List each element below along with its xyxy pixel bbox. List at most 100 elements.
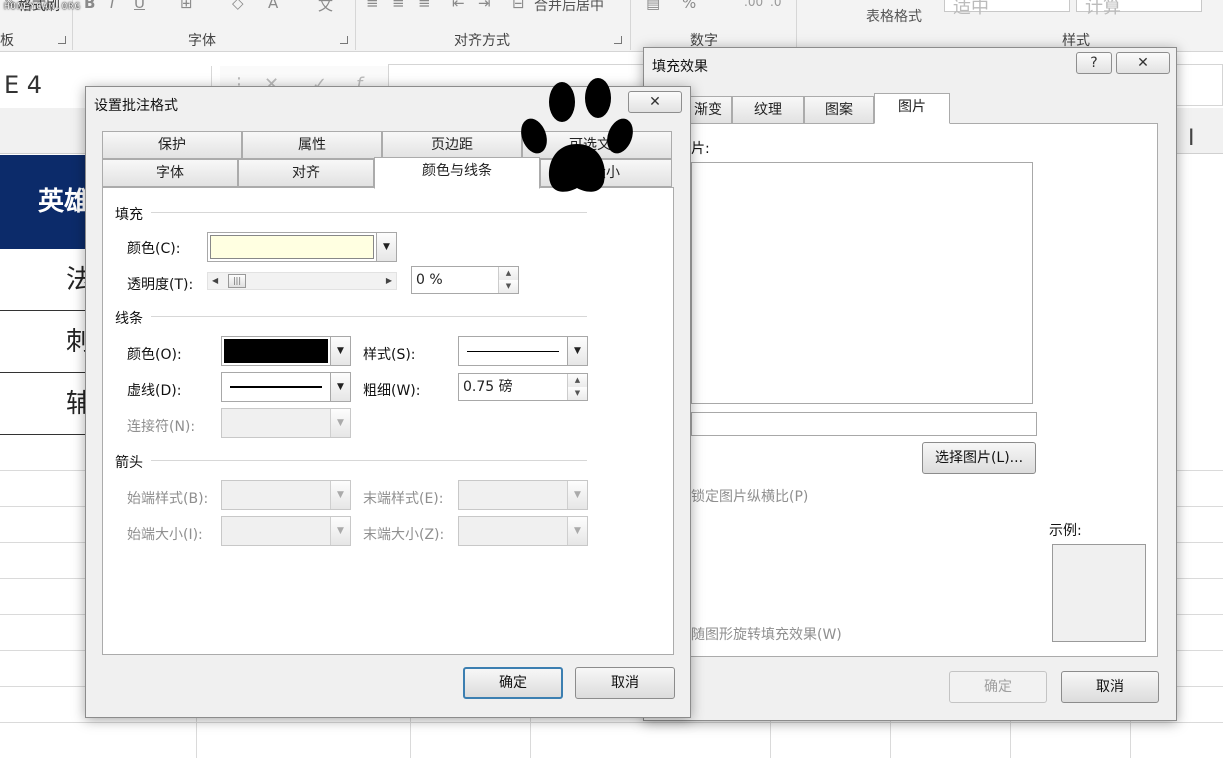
table-row[interactable]: 辅 xyxy=(0,373,90,435)
slider-left-arrow-icon[interactable]: ◀ xyxy=(212,273,218,289)
chevron-down-icon: ▼ xyxy=(330,481,350,509)
begin-size-label: 始端大小(I): xyxy=(127,527,203,543)
dialog-title: 填充效果 xyxy=(652,59,708,75)
line-style-dropdown[interactable]: ▼ xyxy=(458,336,588,366)
tab-texture[interactable]: 纹理 xyxy=(732,96,804,124)
begin-style-dropdown[interactable]: ▼ xyxy=(221,480,351,510)
fill-color-icon[interactable]: ◇ xyxy=(232,0,244,12)
slider-right-arrow-icon[interactable]: ▶ xyxy=(386,273,392,289)
weight-field[interactable]: 0.75 磅 ▲ ▼ xyxy=(458,373,588,401)
gridline xyxy=(196,718,197,758)
fill-effects-dialog: 填充效果 ? ✕ 渐变 纹理 图案 图片 片: 选择图片(L)... 锁定图片纵… xyxy=(643,47,1177,721)
tab-pattern[interactable]: 图案 xyxy=(804,96,874,124)
end-size-dropdown[interactable]: ▼ xyxy=(458,516,588,546)
style-cell-calc[interactable]: 计算 xyxy=(1076,0,1202,18)
line-color-dropdown[interactable]: ▼ xyxy=(221,336,351,366)
percent-icon[interactable]: % xyxy=(682,0,696,12)
style-cell-neutral[interactable]: 适中 xyxy=(944,0,1070,18)
connector-dropdown[interactable]: ▼ xyxy=(221,408,351,438)
ok-button[interactable]: 确定 xyxy=(463,667,563,699)
picture-label: 片: xyxy=(691,141,710,157)
chevron-down-icon: ▼ xyxy=(330,337,350,365)
spin-up-icon[interactable]: ▲ xyxy=(499,267,518,280)
colors-lines-panel: 填充 颜色(C): ▼ 透明度(T): ◀ ▶ ||| 0 % ▲ ▼ 线条 颜… xyxy=(102,187,674,655)
line-color-label: 颜色(O): xyxy=(127,347,182,363)
cancel-button[interactable]: 取消 xyxy=(1061,671,1159,703)
table-header-cell[interactable]: 英雄 xyxy=(0,155,90,249)
chevron-down-icon: ▼ xyxy=(567,517,587,545)
align-center-icon[interactable]: ≡ xyxy=(392,0,405,12)
tab-protection[interactable]: 保护 xyxy=(102,131,242,159)
tab-colors-lines[interactable]: 颜色与线条 xyxy=(374,157,540,189)
spin-up-icon[interactable]: ▲ xyxy=(568,374,587,387)
increase-indent-icon[interactable]: ⇥ xyxy=(478,0,491,12)
transparency-slider[interactable]: ◀ ▶ ||| xyxy=(207,272,397,290)
select-picture-button[interactable]: 选择图片(L)... xyxy=(922,442,1036,474)
gridline xyxy=(410,718,411,758)
table-row[interactable]: 刺 xyxy=(0,311,90,373)
spin-buttons[interactable]: ▲ ▼ xyxy=(567,374,587,400)
sample-preview xyxy=(1052,544,1146,642)
align-right-icon[interactable]: ≡ xyxy=(418,0,431,12)
align-left-icon[interactable]: ≡ xyxy=(366,0,379,12)
merge-icon[interactable]: ⊟ xyxy=(512,0,525,12)
line-section-label: 线条 xyxy=(115,311,143,327)
begin-size-dropdown[interactable]: ▼ xyxy=(221,516,351,546)
phonetic-icon[interactable]: 文 xyxy=(318,0,333,15)
ok-button[interactable]: 确定 xyxy=(949,671,1047,703)
gridline xyxy=(0,722,1223,723)
font-launcher-icon[interactable] xyxy=(340,36,348,44)
divider xyxy=(151,316,587,317)
clipboard-launcher-icon[interactable] xyxy=(58,36,66,44)
dash-preview xyxy=(230,386,322,388)
rotate-fill-checkbox[interactable]: 随图形旋转填充效果(W) xyxy=(691,624,842,644)
spin-buttons[interactable]: ▲ ▼ xyxy=(498,267,518,293)
decimal-decrease-icon[interactable]: .0 xyxy=(770,0,781,9)
decrease-indent-icon[interactable]: ⇤ xyxy=(452,0,465,12)
tab-gradient[interactable]: 渐变 xyxy=(684,96,732,124)
transparency-label: 透明度(T): xyxy=(127,277,194,293)
transparency-field[interactable]: 0 % ▲ ▼ xyxy=(411,266,519,294)
italic-icon[interactable]: I xyxy=(110,0,114,12)
close-button[interactable]: ✕ xyxy=(628,91,682,113)
lock-aspect-checkbox[interactable]: 锁定图片纵横比(P) xyxy=(691,486,808,506)
dash-dropdown[interactable]: ▼ xyxy=(221,372,351,402)
chevron-down-icon: ▼ xyxy=(330,373,350,401)
spin-down-icon[interactable]: ▼ xyxy=(568,387,587,400)
bold-icon[interactable]: B xyxy=(84,0,95,12)
cancel-button[interactable]: 取消 xyxy=(575,667,675,699)
table-row[interactable]: 法 xyxy=(0,249,90,311)
end-style-dropdown[interactable]: ▼ xyxy=(458,480,588,510)
tab-alignment[interactable]: 对齐 xyxy=(238,159,374,187)
underline-icon[interactable]: U xyxy=(134,0,145,12)
arrow-section-label: 箭头 xyxy=(115,455,143,471)
tab-picture[interactable]: 图片 xyxy=(874,93,950,124)
gridline xyxy=(530,718,531,758)
close-button[interactable]: ✕ xyxy=(1116,52,1170,74)
table-format-button[interactable]: 表格格式 xyxy=(866,6,922,26)
fill-color-dropdown[interactable]: ▼ xyxy=(207,232,397,262)
accounting-icon[interactable]: ▤ xyxy=(646,0,660,12)
tab-margins[interactable]: 页边距 xyxy=(382,131,522,159)
tab-font[interactable]: 字体 xyxy=(102,159,238,187)
gridline xyxy=(770,718,771,758)
end-style-label: 末端样式(E): xyxy=(363,491,444,507)
alignment-launcher-icon[interactable] xyxy=(614,36,622,44)
spin-down-icon[interactable]: ▼ xyxy=(499,280,518,293)
ribbon-separator xyxy=(630,0,631,50)
weight-value: 0.75 磅 xyxy=(463,379,513,395)
tab-properties[interactable]: 属性 xyxy=(242,131,382,159)
alignment-group-label: 对齐方式 xyxy=(454,33,510,49)
font-color-icon[interactable]: A xyxy=(268,0,278,12)
slider-thumb[interactable]: ||| xyxy=(228,274,246,288)
divider xyxy=(151,460,587,461)
border-icon[interactable]: ⊞ xyxy=(180,0,193,12)
merge-center-button[interactable]: 合并后居中 xyxy=(534,0,604,15)
column-header-i[interactable]: I xyxy=(1188,126,1195,151)
divider xyxy=(151,212,587,213)
begin-style-label: 始端样式(B): xyxy=(127,491,209,507)
line-color-swatch xyxy=(224,339,328,363)
help-button[interactable]: ? xyxy=(1076,52,1112,74)
dialog-title: 设置批注格式 xyxy=(94,98,178,114)
decimal-icon[interactable]: .00 xyxy=(744,0,763,9)
